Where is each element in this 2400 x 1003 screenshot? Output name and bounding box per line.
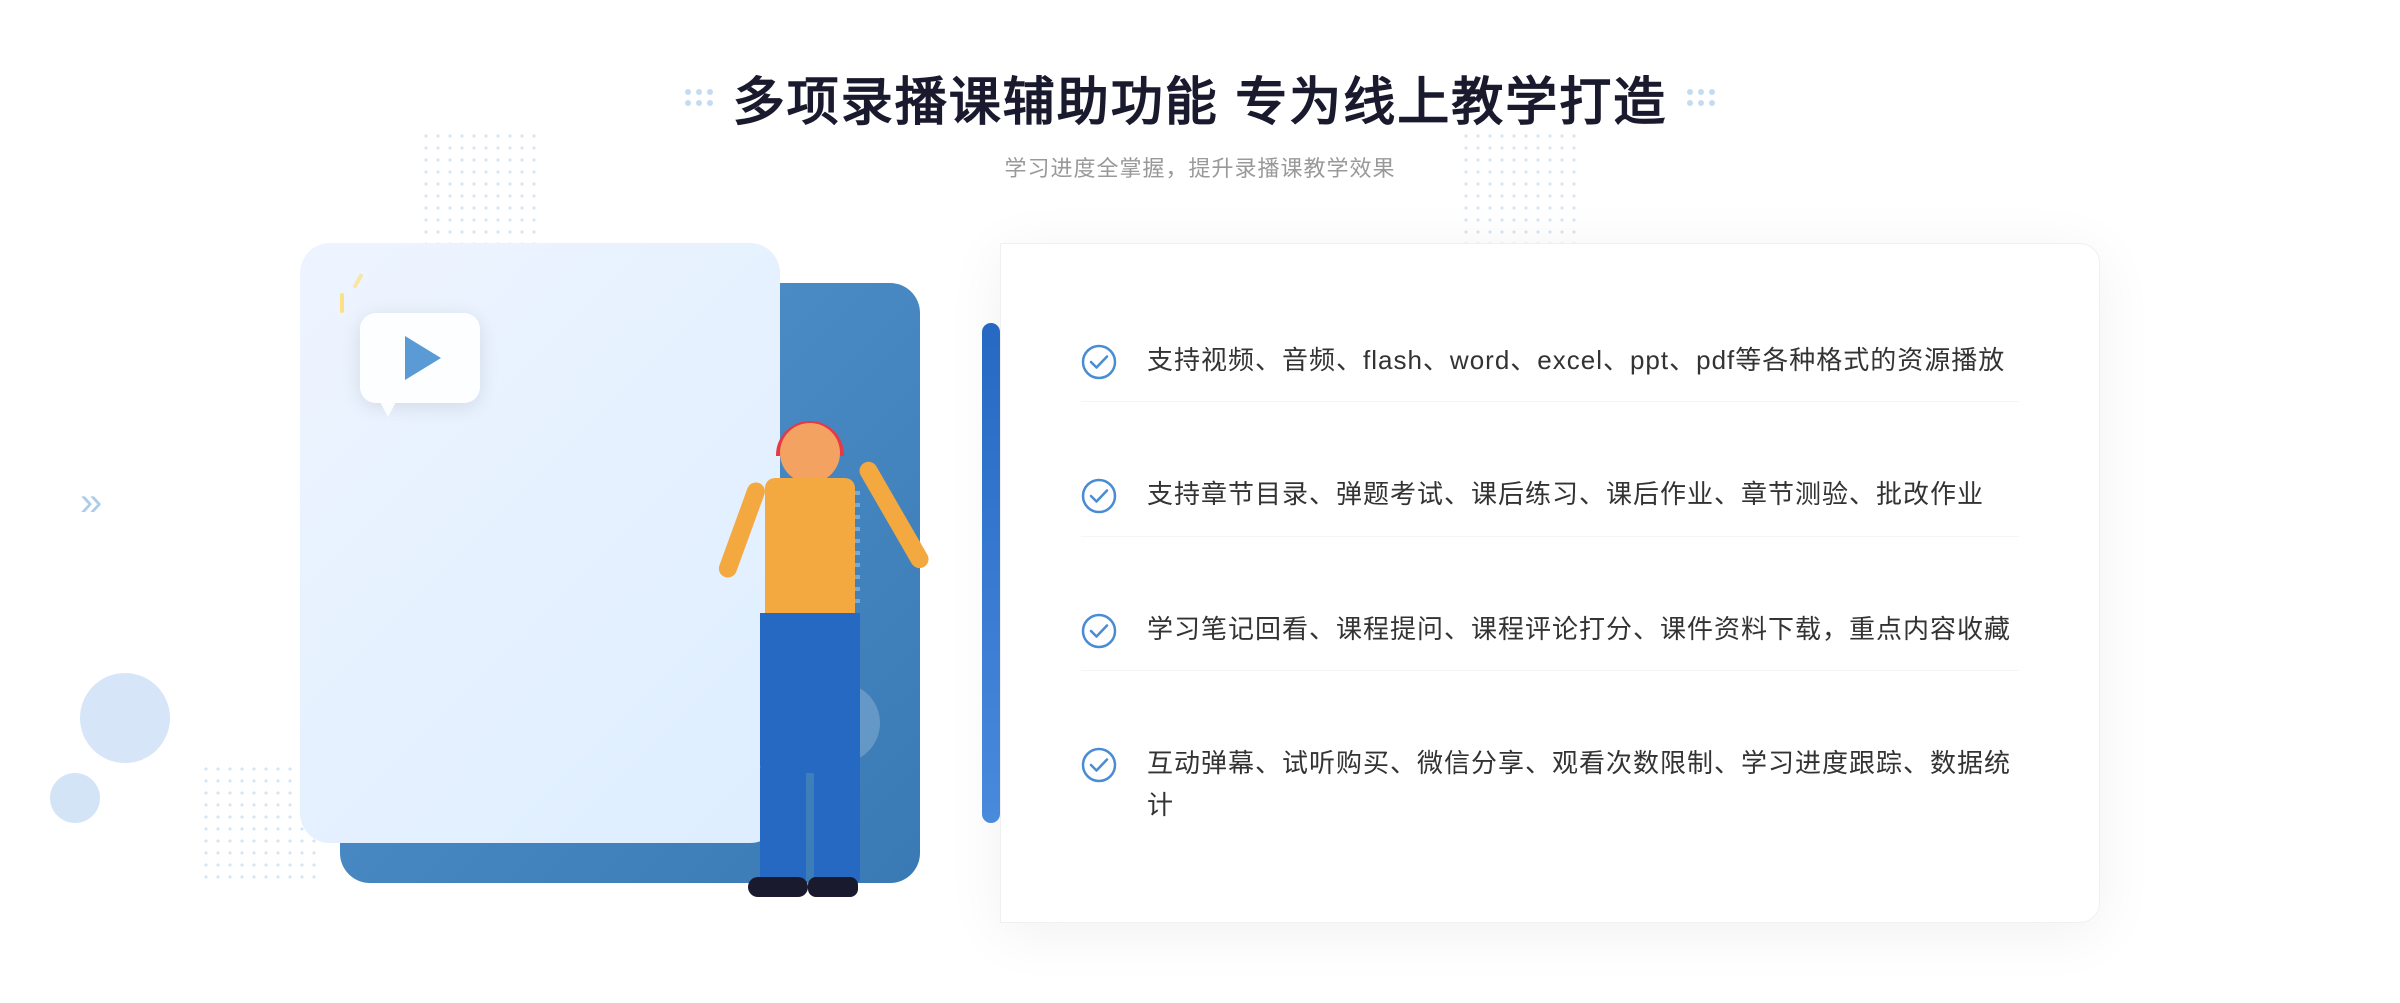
- feature-text-1: 支持视频、音频、flash、word、excel、ppt、pdf等各种格式的资源…: [1147, 340, 2005, 382]
- check-icon-3: [1081, 613, 1117, 649]
- feature-item-4: 互动弹幕、试听购买、微信分享、观看次数限制、学习进度跟踪、数据统计: [1081, 723, 2019, 846]
- feature-item-1: 支持视频、音频、flash、word、excel、ppt、pdf等各种格式的资源…: [1081, 320, 2019, 403]
- header-deco-right: [1687, 89, 1715, 106]
- double-chevron-icon: »: [80, 482, 102, 522]
- header-section: 多项录播课辅助功能 专为线上教学打造 学习进度全掌握，提升录播课教学效果: [0, 60, 2400, 183]
- features-panel: 支持视频、音频、flash、word、excel、ppt、pdf等各种格式的资源…: [1000, 243, 2100, 923]
- play-icon: [405, 336, 441, 380]
- check-icon-2: [1081, 478, 1117, 514]
- left-illustration: [300, 243, 980, 923]
- page-title: 多项录播课辅助功能 专为线上教学打造: [733, 60, 1667, 135]
- figure-leg-right: [814, 763, 860, 883]
- light-ray-2: [352, 273, 363, 289]
- header-decorators: 多项录播课辅助功能 专为线上教学打造: [0, 60, 2400, 135]
- check-icon-4: [1081, 747, 1117, 783]
- figure-shoe-left: [748, 877, 808, 897]
- play-icon-area: [360, 313, 480, 403]
- page-wrapper: » 多项录播课辅助功能 专为线上教学打造 学习进度全掌握，提升录播课教学效果: [0, 0, 2400, 1003]
- light-ray-1: [340, 293, 344, 313]
- feature-item-2: 支持章节目录、弹题考试、课后练习、课后作业、章节测验、批改作业: [1081, 454, 2019, 537]
- character-illustration: [660, 403, 940, 923]
- figure-arm-right: [856, 459, 932, 572]
- blue-vertical-bar: [982, 323, 1000, 823]
- figure-shoe-right: [808, 877, 858, 897]
- figure-body: [765, 478, 855, 618]
- deco-circle-small: [50, 773, 100, 823]
- figure-arm-left: [716, 480, 767, 580]
- main-content: 支持视频、音频、flash、word、excel、ppt、pdf等各种格式的资源…: [300, 243, 2100, 923]
- figure-leg-left: [760, 763, 806, 883]
- feature-text-3: 学习笔记回看、课程提问、课程评论打分、课件资料下载，重点内容收藏: [1147, 609, 2011, 651]
- figure-pants: [760, 613, 860, 773]
- figure-head: [780, 423, 840, 483]
- feature-item-3: 学习笔记回看、课程提问、课程评论打分、课件资料下载，重点内容收藏: [1081, 589, 2019, 672]
- feature-text-4: 互动弹幕、试听购买、微信分享、观看次数限制、学习进度跟踪、数据统计: [1147, 743, 2019, 826]
- play-chat-bubble: [360, 313, 480, 403]
- deco-circle-large: [80, 673, 170, 763]
- page-subtitle: 学习进度全掌握，提升录播课教学效果: [0, 151, 2400, 183]
- feature-text-2: 支持章节目录、弹题考试、课后练习、课后作业、章节测验、批改作业: [1147, 474, 1984, 516]
- check-icon-1: [1081, 344, 1117, 380]
- header-deco-left: [685, 89, 713, 106]
